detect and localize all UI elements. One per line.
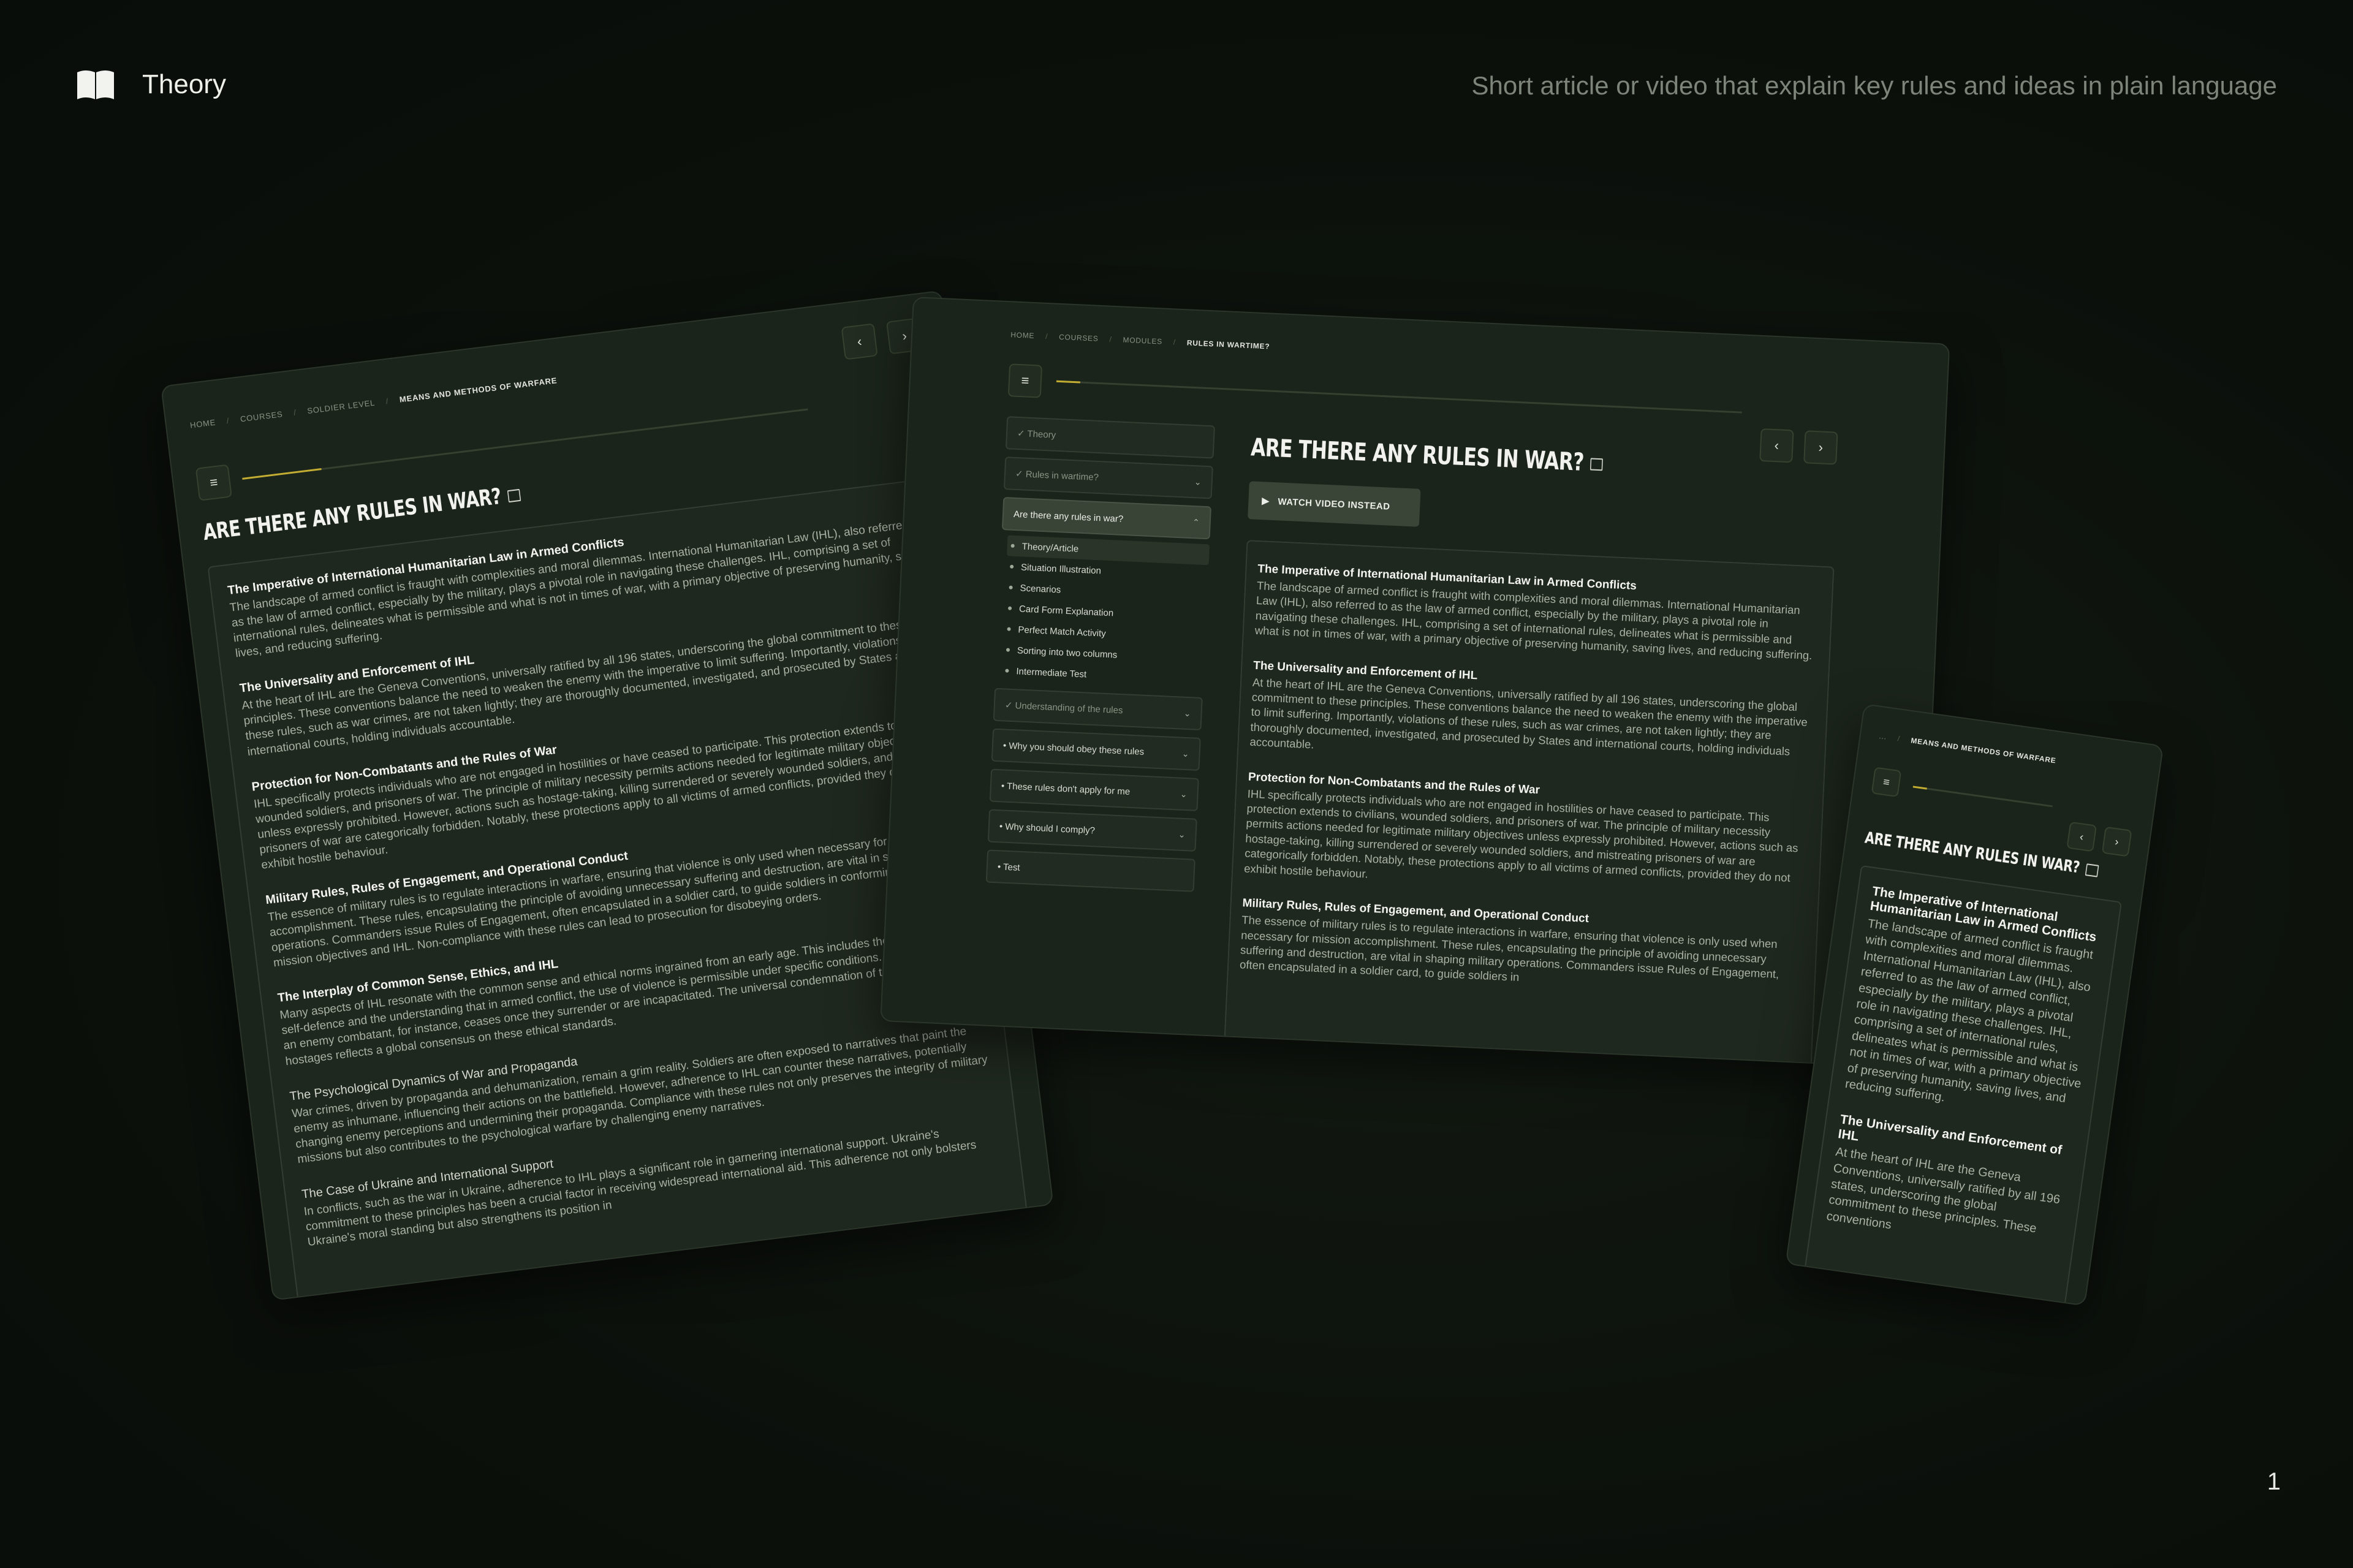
article-section: Military Rules, Rules of Engagement, and… bbox=[1239, 896, 1779, 984]
page-tagline: Short article or video that explain key … bbox=[1471, 71, 2278, 100]
sidebar-item-active-group[interactable]: Are there any rules in war? ⌃ bbox=[1001, 497, 1211, 540]
play-icon: ▶ bbox=[1262, 496, 1270, 507]
breadcrumb-home[interactable]: HOME bbox=[1010, 330, 1034, 340]
breadcrumb-current: MEANS AND METHODS OF WARFARE bbox=[399, 376, 558, 404]
lesson-title: ARE THERE ANY RULES IN WAR? bbox=[1250, 433, 1604, 477]
desktop-mockup: HOME / COURSES / MODULES / RULES IN WARTIME… bbox=[880, 297, 1950, 1069]
article-section: Protection for Non-Combatants and the Ru… bbox=[1243, 770, 1798, 885]
sidebar-item-rules-in-wartime[interactable]: ✓ Rules in wartime? ⌄ bbox=[1003, 456, 1213, 499]
menu-collapse-icon: ≡ bbox=[1020, 373, 1029, 388]
progress-bar bbox=[1056, 380, 1742, 414]
module-sidebar: ✓ Theory ✓ Rules in wartime? ⌄ Are there … bbox=[985, 416, 1215, 900]
book-icon bbox=[2085, 863, 2099, 877]
chevron-down-icon: ⌄ bbox=[1180, 789, 1188, 799]
breadcrumb-ellipsis[interactable]: ... bbox=[1879, 732, 1887, 741]
pager: ‹ › bbox=[1759, 428, 1838, 465]
prev-button[interactable]: ‹ bbox=[2066, 821, 2097, 852]
prev-button[interactable]: ‹ bbox=[841, 323, 878, 360]
progress-bar bbox=[1912, 786, 2053, 808]
bullet-icon bbox=[1005, 668, 1009, 673]
sidebar-item-test[interactable]: • Test bbox=[985, 849, 1195, 892]
chevron-right-icon: › bbox=[901, 328, 908, 344]
breadcrumb: HOME / COURSES / MODULES / RULES IN WARTIME… bbox=[1010, 330, 1270, 351]
bullet-icon bbox=[1006, 648, 1010, 652]
page-title: Theory bbox=[142, 69, 226, 99]
breadcrumb: ... / MEANS AND METHODS OF WARFARE bbox=[1878, 732, 2057, 765]
pager: ‹ › bbox=[2066, 821, 2132, 857]
chevron-down-icon: ⌄ bbox=[1181, 748, 1189, 759]
sidebar-item-why-obey[interactable]: • Why you should obey these rules ⌄ bbox=[991, 728, 1201, 771]
bullet-icon bbox=[1007, 627, 1011, 631]
breadcrumb-courses[interactable]: COURSES bbox=[1059, 333, 1099, 343]
book-icon bbox=[507, 488, 521, 503]
breadcrumb: HOME / COURSES / SOLDIER LEVEL / MEANS AND … bbox=[189, 376, 558, 430]
breadcrumb-modules[interactable]: MODULES bbox=[1123, 336, 1162, 346]
chevron-left-icon: ‹ bbox=[2078, 830, 2085, 843]
chevron-right-icon: › bbox=[2114, 835, 2120, 848]
article-section: The Imperative of International Humanita… bbox=[1844, 884, 2097, 1105]
breadcrumb-soldier-level[interactable]: SOLDIER LEVEL bbox=[307, 398, 376, 415]
bullet-icon bbox=[1009, 585, 1013, 589]
brand: Theory bbox=[76, 69, 226, 100]
prev-button[interactable]: ‹ bbox=[1759, 428, 1794, 463]
book-icon bbox=[1590, 458, 1604, 471]
chevron-down-icon: ⌄ bbox=[1183, 708, 1191, 718]
check-icon: ✓ bbox=[1004, 700, 1016, 711]
chevron-down-icon: ⌄ bbox=[1194, 476, 1202, 487]
breadcrumb-home[interactable]: HOME bbox=[189, 418, 216, 430]
sidebar-item-understanding[interactable]: ✓ Understanding of the rules ⌄ bbox=[993, 687, 1203, 731]
sidebar-item-theory[interactable]: ✓ Theory bbox=[1005, 416, 1215, 459]
chevron-left-icon: ‹ bbox=[856, 333, 863, 349]
bullet-icon bbox=[1010, 564, 1014, 569]
chevron-right-icon: › bbox=[1818, 439, 1824, 455]
menu-button[interactable]: ≡ bbox=[195, 464, 232, 501]
progress-bar bbox=[242, 408, 808, 480]
menu-button[interactable]: ≡ bbox=[1007, 363, 1043, 398]
breadcrumb-courses[interactable]: COURSES bbox=[240, 409, 283, 423]
sidebar-item-why-comply[interactable]: • Why should I comply? ⌄ bbox=[987, 809, 1197, 852]
check-icon: ✓ bbox=[1017, 428, 1028, 439]
menu-icon: ≡ bbox=[208, 474, 219, 491]
chevron-up-icon: ⌃ bbox=[1192, 517, 1200, 528]
article-section: The Universality and Enforcement of IHL A… bbox=[1249, 659, 1808, 758]
sidebar-subitems: Theory/Article Situation Illustration Sc… bbox=[1001, 535, 1210, 690]
watch-video-button[interactable]: ▶ WATCH VIDEO INSTEAD bbox=[1248, 481, 1421, 527]
book-icon bbox=[77, 70, 114, 99]
menu-button[interactable]: ≡ bbox=[1871, 767, 1902, 798]
next-button[interactable]: › bbox=[2101, 826, 2132, 857]
breadcrumb-current: RULES IN WARTIME? bbox=[1186, 338, 1270, 351]
next-button[interactable]: › bbox=[1803, 430, 1838, 465]
article-section: The Universality and Enforcement of IHL A… bbox=[1825, 1112, 2063, 1236]
sidebar-item-dont-apply[interactable]: • These rules don't apply for me ⌄ bbox=[989, 768, 1199, 811]
menu-icon: ≡ bbox=[1882, 775, 1891, 789]
chevron-down-icon: ⌄ bbox=[1178, 829, 1186, 839]
article-panel[interactable]: The Imperative of International Humanita… bbox=[1221, 540, 1835, 1069]
breadcrumb-current: MEANS AND METHODS OF WARFARE bbox=[1910, 736, 2057, 765]
article-section: The Imperative of International Humanita… bbox=[1254, 562, 1813, 662]
bullet-icon bbox=[1007, 606, 1012, 610]
page-number: 1 bbox=[2267, 1468, 2281, 1495]
chevron-left-icon: ‹ bbox=[1774, 437, 1779, 453]
bullet-icon bbox=[1010, 543, 1015, 548]
article-panel[interactable]: The Imperative of International Humanita… bbox=[1803, 865, 2123, 1306]
check-icon: ✓ bbox=[1015, 468, 1026, 480]
